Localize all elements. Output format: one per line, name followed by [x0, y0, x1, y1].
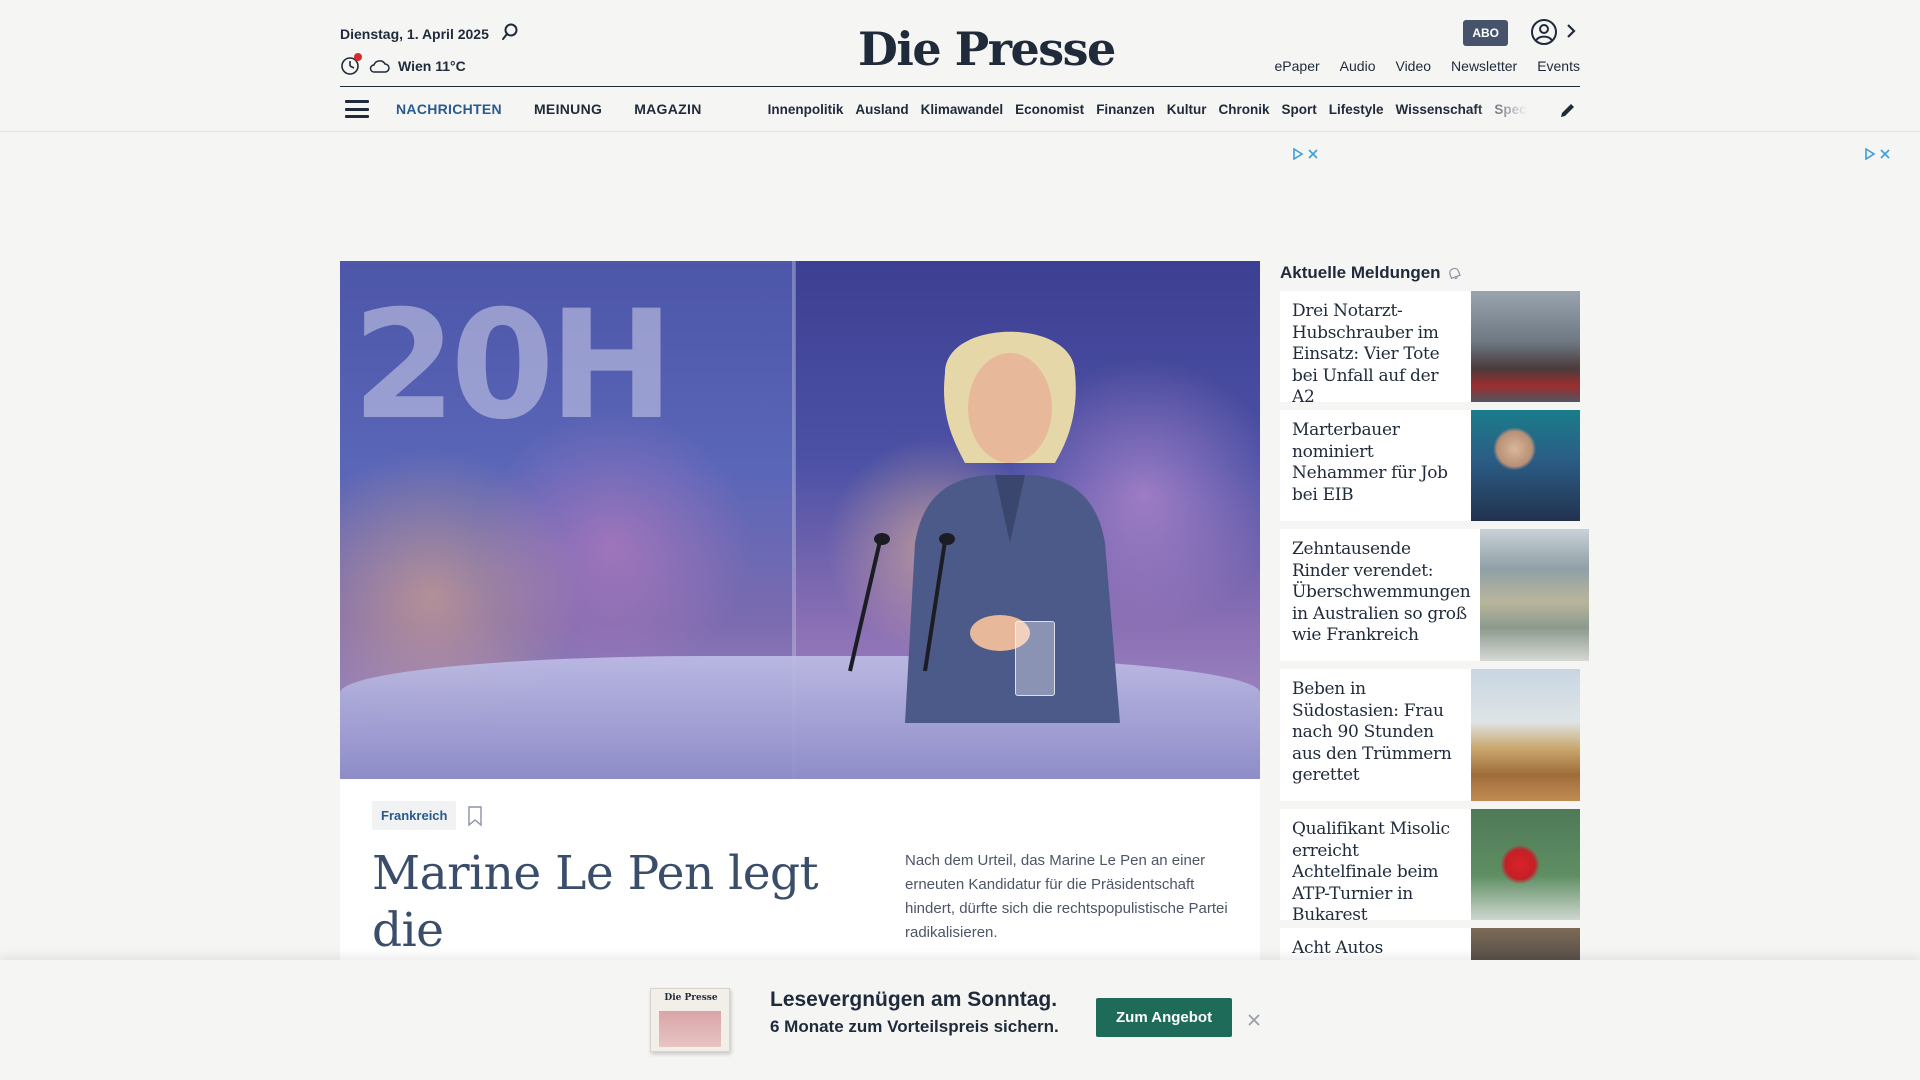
hero-screen-text: 20H [352, 279, 674, 453]
ad-choices-icon[interactable] [1292, 148, 1304, 160]
ad-close-icon[interactable] [1879, 148, 1891, 160]
sub-nav-innenpolitik[interactable]: Innenpolitik [768, 102, 844, 117]
top-links: ePaper Audio Video Newsletter Events [1275, 58, 1580, 74]
tab-magazin[interactable]: MAGAZIN [634, 101, 701, 117]
news-item-title: Beben in Südostasien: Frau nach 90 Stund… [1292, 679, 1452, 785]
sidebar-title-text: Aktuelle Meldungen [1280, 263, 1441, 282]
ad-close-icon[interactable] [1307, 148, 1319, 160]
header-inner: Dienstag, 1. April 2025 Wien 11°C Die Pr… [340, 0, 1580, 132]
news-item-title: Drei Notarzt-Hubschrauber im Einsatz: Vi… [1292, 301, 1440, 407]
news-item[interactable]: Marterbauer nominiert Nehammer für Job b… [1280, 410, 1580, 521]
subscription-promo-bar: Die Presse Lesevergnügen am Sonntag. 6 M… [0, 960, 1920, 1080]
close-icon[interactable] [1246, 1012, 1262, 1028]
bookmark-icon[interactable] [466, 805, 484, 827]
newspaper-mini-logo: Die Presse [664, 993, 718, 1003]
hamburger-menu-icon[interactable] [345, 100, 369, 118]
tab-meinung[interactable]: MEINUNG [534, 101, 602, 117]
news-item[interactable]: Drei Notarzt-Hubschrauber im Einsatz: Vi… [1280, 291, 1580, 407]
top-link-newsletter[interactable]: Newsletter [1451, 58, 1517, 74]
water-glass [1015, 621, 1055, 696]
top-link-audio[interactable]: Audio [1340, 58, 1376, 74]
sub-nav-finanzen[interactable]: Finanzen [1096, 102, 1155, 117]
news-thumbnail [1471, 669, 1580, 801]
sub-nav-kultur[interactable]: Kultur [1167, 102, 1207, 117]
news-item[interactable]: Qualifikant Misolic erreicht Achtelfinal… [1280, 809, 1580, 925]
site-header: Dienstag, 1. April 2025 Wien 11°C Die Pr… [0, 0, 1920, 132]
ad-controls-right [1864, 148, 1891, 160]
article-teaser: Nach dem Urteil, das Marine Le Pen an ei… [905, 852, 1228, 941]
microphone-icon [923, 533, 955, 672]
top-link-video[interactable]: Video [1395, 58, 1431, 74]
newspaper-thumbnail: Die Presse [650, 988, 730, 1052]
clock-icon[interactable] [340, 53, 362, 76]
hero-image[interactable]: 20H [340, 261, 1260, 779]
weather-widget[interactable]: Wien 11°C [340, 53, 466, 76]
pencil-icon[interactable] [1558, 100, 1578, 120]
news-item-title: Marterbauer nominiert Nehammer für Job b… [1292, 420, 1448, 505]
tag-row: Frankreich [372, 801, 484, 830]
sub-nav-economist[interactable]: Economist [1015, 102, 1084, 117]
chevron-right-icon[interactable] [1564, 22, 1578, 40]
top-link-events[interactable]: Events [1537, 58, 1580, 74]
notification-dot [354, 53, 362, 61]
main-nav: NACHRICHTEN MEINUNG MAGAZIN Innenpolitik… [340, 87, 1580, 131]
news-thumbnail [1471, 291, 1580, 402]
tab-nachrichten[interactable]: NACHRICHTEN [396, 101, 502, 117]
news-thumbnail [1480, 529, 1590, 661]
newspaper-mini-image [659, 1011, 721, 1047]
top-link-epaper[interactable]: ePaper [1275, 58, 1320, 74]
sub-nav-lifestyle[interactable]: Lifestyle [1329, 102, 1384, 117]
bell-icon[interactable] [1447, 266, 1462, 281]
news-list: Drei Notarzt-Hubschrauber im Einsatz: Vi… [1280, 291, 1590, 976]
ad-choices-icon[interactable] [1864, 148, 1876, 160]
news-item[interactable]: Zehntausende Rinder verendet: Überschwem… [1280, 529, 1590, 661]
ad-controls-left [1292, 148, 1319, 160]
news-item-title: Zehntausende Rinder verendet: Überschwem… [1292, 539, 1471, 645]
sub-nav-spectrum[interactable]: Spectrum [1494, 102, 1527, 117]
sub-nav-sport[interactable]: Sport [1281, 102, 1316, 117]
sub-nav: Innenpolitik Ausland Klimawandel Economi… [768, 102, 1528, 117]
weather-label: Wien 11°C [398, 58, 466, 74]
promo-subtitle: 6 Monate zum Vorteilspreis sichern. [770, 1017, 1059, 1036]
current-date: Dienstag, 1. April 2025 [340, 26, 489, 42]
category-tag[interactable]: Frankreich [372, 801, 457, 830]
news-thumbnail [1471, 410, 1580, 521]
microphone-icon [848, 533, 890, 672]
news-item-title: Qualifikant Misolic erreicht Achtelfinal… [1292, 819, 1450, 925]
zum-angebot-button[interactable]: Zum Angebot [1096, 998, 1233, 1037]
sub-nav-ausland[interactable]: Ausland [855, 102, 908, 117]
sub-nav-chronik[interactable]: Chronik [1218, 102, 1269, 117]
site-logo[interactable]: Die Presse [858, 22, 1116, 76]
sub-nav-wissenschaft[interactable]: Wissenschaft [1396, 102, 1483, 117]
sidebar-title: Aktuelle Meldungen [1280, 263, 1462, 283]
sub-nav-klimawandel[interactable]: Klimawandel [921, 102, 1004, 117]
news-thumbnail [1471, 809, 1580, 920]
promo-title: Lesevergnügen am Sonntag. [770, 988, 1058, 1011]
news-item[interactable]: Beben in Südostasien: Frau nach 90 Stund… [1280, 669, 1580, 801]
user-icon[interactable] [1530, 18, 1558, 46]
cloud-icon [369, 60, 390, 73]
abo-button[interactable]: ABO [1463, 20, 1508, 46]
search-icon[interactable] [500, 22, 520, 42]
